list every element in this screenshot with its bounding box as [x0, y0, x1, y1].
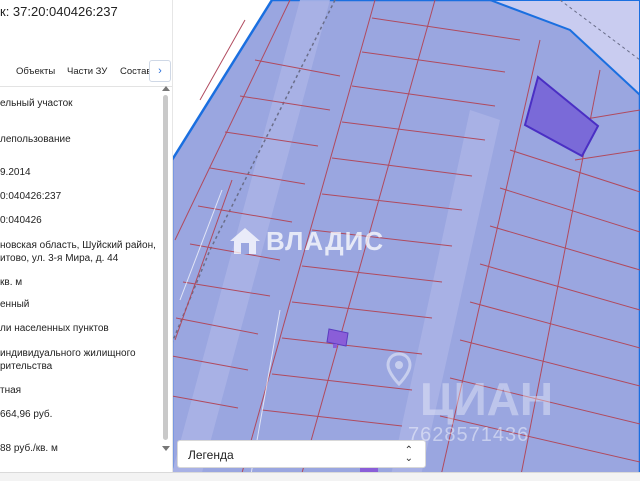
map-pin-icon — [386, 352, 412, 386]
field-line: 0:040426 — [0, 215, 42, 226]
field-value: тная — [0, 384, 21, 397]
tab-objects[interactable]: Объекты — [16, 66, 55, 77]
tab-composition[interactable]: Состав — [120, 66, 151, 77]
cian-watermark: ЦИАН — [420, 373, 554, 425]
field-value: ельный участок — [0, 97, 73, 110]
field-value: лепользование — [0, 133, 71, 146]
legend-select[interactable]: Легенда ⌃ ⌄ — [177, 440, 426, 468]
scroll-up-icon[interactable] — [162, 86, 170, 91]
field-line: 9.2014 — [0, 167, 31, 178]
panel-title: к: 37:20:040426:237 — [0, 4, 118, 19]
field-value: новская область, Шуйский район, итово, ул… — [0, 239, 156, 265]
house-icon — [230, 228, 260, 254]
tab-parts[interactable]: Части ЗУ — [67, 66, 107, 77]
field-line: тная — [0, 385, 22, 396]
field-line: енный — [0, 299, 30, 310]
field-value: 9.2014 — [0, 166, 31, 179]
panel-tabs: Объекты Части ЗУ Состав › — [0, 58, 172, 87]
field-value: кв. м — [0, 276, 22, 289]
field-line: 0:040426:237 — [0, 191, 62, 202]
field-line: кв. м — [0, 277, 23, 288]
field-value: индивидуального жилищного рительства — [0, 347, 136, 373]
scroll-down-icon[interactable] — [162, 446, 170, 451]
field-value: 0:040426 — [0, 214, 42, 227]
panel-scrollbar[interactable] — [163, 95, 168, 440]
vladis-watermark: ВЛАДИС — [266, 226, 385, 256]
field-value: 664,96 руб. — [0, 408, 52, 421]
legend-label: Легенда — [188, 448, 234, 462]
field-line: индивидуального жилищного — [0, 348, 136, 359]
info-panel: к: 37:20:040426:237 Объекты Части ЗУ Сос… — [0, 0, 173, 480]
field-value: енный — [0, 298, 29, 311]
phone-watermark: 7628571436 — [408, 424, 530, 446]
field-line: ельный участок — [0, 98, 73, 109]
field-line: 88 руб./кв. м — [0, 443, 58, 454]
chevron-right-icon[interactable]: › — [149, 60, 171, 82]
field-line: рительства — [0, 361, 53, 372]
field-value: ли населенных пунктов — [0, 322, 109, 335]
chevron-updown-icon: ⌃ ⌄ — [404, 445, 413, 464]
field-line: 664,96 руб. — [0, 409, 53, 420]
building-part — [333, 344, 337, 348]
field-line: лепользование — [0, 134, 71, 145]
field-line: ли населенных пунктов — [0, 323, 109, 334]
field-value: 0:040426:237 — [0, 190, 61, 203]
field-line: новская область, Шуйский район, — [0, 240, 156, 251]
field-line: итово, ул. 3-я Мира, д. 44 — [0, 253, 119, 264]
field-value: 88 руб./кв. м — [0, 442, 58, 455]
